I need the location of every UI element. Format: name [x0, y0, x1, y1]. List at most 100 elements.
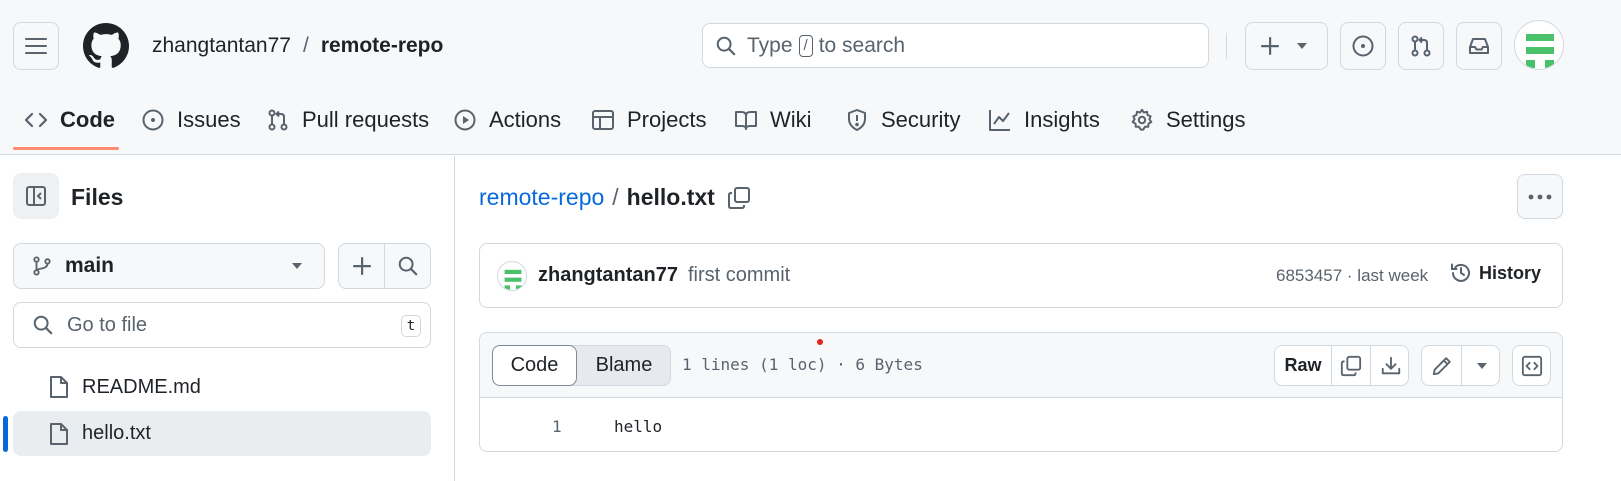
latest-commit-bar: zhangtantan77 first commit 6853457 · las…: [479, 243, 1563, 308]
commit-author[interactable]: zhangtantan77: [538, 264, 678, 287]
branch-name: main: [65, 254, 115, 277]
view-code-label: Code: [510, 354, 559, 376]
sidebar-collapse-icon: [26, 186, 46, 206]
menu-button[interactable]: [13, 22, 59, 70]
raw-label: Raw: [1284, 355, 1322, 375]
tab-issues[interactable]: Issues: [141, 98, 241, 142]
history-label: History: [1479, 262, 1542, 283]
breadcrumb-separator: /: [612, 184, 619, 210]
tab-issues-label: Issues: [177, 107, 241, 132]
header-issues-button[interactable]: [1340, 22, 1386, 70]
line-number[interactable]: 1: [552, 417, 562, 436]
sidebar-action-group: [338, 243, 431, 289]
play-icon: [454, 109, 476, 131]
owner-link[interactable]: zhangtantan77: [152, 34, 291, 58]
commit-author-avatar[interactable]: [497, 261, 527, 291]
search-input[interactable]: Type / to search: [702, 23, 1209, 68]
plus-icon: [1261, 37, 1279, 55]
branch-picker-button[interactable]: main: [13, 243, 325, 289]
file-name: hello.txt: [82, 422, 151, 444]
sidebar-title: Files: [71, 184, 124, 210]
file-viewer: Code Blame 1 lines (1 loc) · 6 Bytes Raw: [479, 332, 1563, 452]
copy-raw-button[interactable]: [1332, 346, 1371, 385]
search-icon: [398, 256, 418, 276]
tab-projects-label: Projects: [627, 107, 707, 132]
tab-actions[interactable]: Actions: [453, 98, 561, 142]
tab-code[interactable]: Code: [24, 98, 115, 142]
search-icon: [716, 36, 736, 55]
more-options-button[interactable]: [1517, 174, 1563, 219]
tab-actions-label: Actions: [489, 107, 562, 132]
pull-request-icon: [268, 109, 288, 131]
create-new-button[interactable]: [1245, 22, 1328, 70]
tab-projects[interactable]: Projects: [591, 98, 706, 142]
tab-wiki[interactable]: Wiki: [734, 98, 812, 142]
triangle-down-icon: [1476, 362, 1487, 369]
add-file-button[interactable]: [339, 244, 385, 288]
copy-icon[interactable]: [727, 186, 751, 210]
search-files-button[interactable]: [385, 244, 430, 288]
header-pull-requests-button[interactable]: [1398, 22, 1444, 70]
file-tree-item-readme[interactable]: README.md: [13, 365, 431, 409]
commit-message[interactable]: first commit: [688, 264, 790, 287]
go-to-file-input[interactable]: Go to file t: [13, 302, 431, 348]
view-code-button[interactable]: Code: [492, 345, 577, 386]
repo-link[interactable]: remote-repo: [321, 34, 444, 58]
edit-actions-group: [1421, 345, 1500, 386]
download-button[interactable]: [1371, 346, 1408, 385]
inbox-icon: [1469, 38, 1489, 54]
file-viewer-header: Code Blame 1 lines (1 loc) · 6 Bytes Raw: [480, 333, 1562, 398]
view-segmented-control: Code Blame: [492, 345, 671, 386]
file-icon: [50, 422, 68, 445]
symbols-button[interactable]: [1512, 345, 1551, 386]
book-icon: [735, 111, 757, 130]
copy-icon: [1340, 355, 1362, 376]
search-icon: [33, 315, 53, 335]
edit-options-button[interactable]: [1462, 346, 1499, 385]
tab-code-label: Code: [60, 107, 115, 132]
gear-icon: [1131, 108, 1153, 131]
pencil-icon: [1432, 356, 1451, 375]
context-separator: /: [302, 34, 309, 57]
history-icon: [1451, 263, 1470, 282]
go-to-file-placeholder: Go to file: [67, 313, 148, 336]
edit-file-button[interactable]: [1422, 346, 1462, 385]
triangle-down-icon: [292, 263, 302, 269]
view-blame-button[interactable]: Blame: [577, 346, 671, 385]
triangle-down-icon: [1297, 43, 1307, 49]
tab-selected-underline: [13, 147, 119, 150]
search-suffix: to search: [818, 33, 906, 57]
tab-pull-requests[interactable]: Pull requests: [266, 98, 429, 142]
git-pull-request-icon: [1411, 35, 1431, 57]
raw-actions-group: Raw: [1274, 345, 1409, 386]
inbox-button[interactable]: [1456, 22, 1502, 70]
graph-icon: [989, 110, 1010, 131]
tab-pull-requests-label: Pull requests: [302, 107, 430, 132]
tab-insights[interactable]: Insights: [988, 98, 1100, 142]
file-tree-sidebar: Files main Go to file t README.md hello.…: [0, 156, 455, 481]
tab-security[interactable]: Security: [845, 98, 960, 142]
file-stats: 1 lines (1 loc) · 6 Bytes: [682, 355, 923, 374]
file-breadcrumb: remote-repo / hello.txt: [479, 184, 751, 211]
cursor-dot: [817, 339, 823, 345]
user-avatar[interactable]: [1514, 20, 1564, 70]
tab-settings[interactable]: Settings: [1130, 98, 1246, 142]
tab-insights-label: Insights: [1024, 107, 1100, 132]
history-button[interactable]: History: [1449, 261, 1541, 285]
breadcrumb-repo-link[interactable]: remote-repo: [479, 184, 604, 211]
app-header: zhangtantan77 / remote-repo Type / to se…: [0, 0, 1621, 155]
commit-meta[interactable]: 6853457 · last week: [1276, 266, 1428, 286]
code-square-icon: [1521, 355, 1542, 376]
collapse-sidebar-button[interactable]: [13, 173, 59, 219]
github-logo-icon[interactable]: [83, 23, 129, 69]
breadcrumb-file-name: hello.txt: [626, 184, 715, 210]
shield-icon: [848, 109, 866, 131]
file-tree-item-hello[interactable]: hello.txt: [13, 411, 431, 456]
plus-icon: [352, 257, 371, 275]
kebab-horizontal-icon: [1528, 194, 1552, 199]
line-content: hello: [614, 417, 663, 436]
header-divider: [1226, 33, 1227, 59]
file-icon: [50, 376, 68, 398]
raw-button[interactable]: Raw: [1275, 346, 1332, 385]
git-branch-icon: [33, 256, 51, 276]
